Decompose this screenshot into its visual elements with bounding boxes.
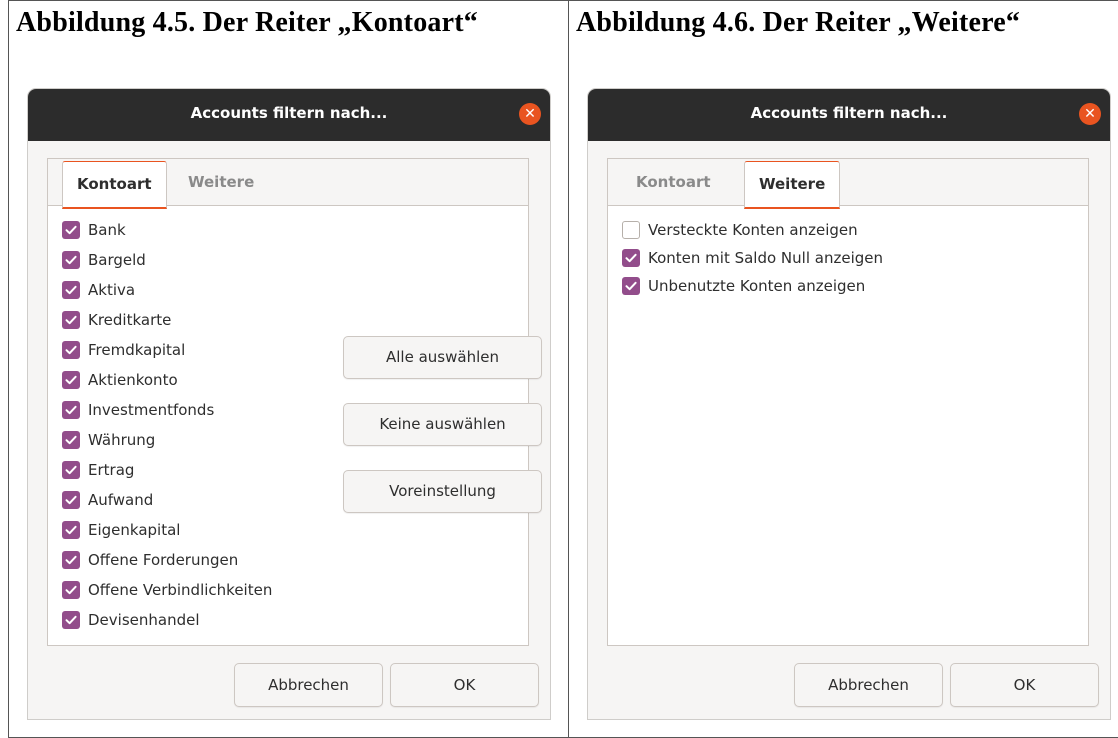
checkbox-label: Aktienkonto bbox=[88, 371, 178, 389]
close-icon[interactable]: ✕ bbox=[519, 103, 541, 125]
checkbox-row-investmentfonds[interactable]: Investmentfonds bbox=[62, 399, 214, 421]
checkbox-row-aufwand[interactable]: Aufwand bbox=[62, 489, 153, 511]
checkbox-row-fremdkapital[interactable]: Fremdkapital bbox=[62, 339, 185, 361]
checkbox-label: Aktiva bbox=[88, 281, 136, 299]
checkbox[interactable] bbox=[62, 401, 80, 419]
default-button[interactable]: Voreinstellung bbox=[343, 470, 542, 513]
select-all-button[interactable]: Alle auswählen bbox=[343, 336, 542, 379]
tab-kontoart[interactable]: Kontoart bbox=[622, 159, 725, 206]
checkbox-label: Unbenutzte Konten anzeigen bbox=[648, 277, 866, 295]
checkbox-row-offene-verbindlichkeiten[interactable]: Offene Verbindlichkeiten bbox=[62, 579, 272, 601]
checkbox[interactable] bbox=[622, 249, 640, 267]
cancel-button[interactable]: Abbrechen bbox=[794, 663, 943, 707]
checkmark-icon bbox=[625, 281, 637, 291]
checkmark-icon bbox=[65, 225, 77, 235]
dialog-title: Accounts filtern nach... bbox=[190, 104, 388, 122]
checkmark-icon bbox=[65, 465, 77, 475]
checkbox[interactable] bbox=[622, 221, 640, 239]
checkbox-row-hidden-accounts[interactable]: Versteckte Konten anzeigen bbox=[622, 219, 858, 241]
ok-button[interactable]: OK bbox=[950, 663, 1099, 707]
checkbox-row-bank[interactable]: Bank bbox=[62, 219, 126, 241]
checkbox-row-aktienkonto[interactable]: Aktienkonto bbox=[62, 369, 178, 391]
tab-notebook: Kontoart Weitere Bank Bargeld Aktiva Kre… bbox=[47, 158, 542, 646]
checkbox-row-aktiva[interactable]: Aktiva bbox=[62, 279, 135, 301]
checkbox-label: Eigenkapital bbox=[88, 521, 181, 539]
filter-dialog: Accounts filtern nach... ✕ Kontoart Weit… bbox=[28, 89, 550, 719]
figure-caption: Abbildung 4.5. Der Reiter „Kontoart“ bbox=[16, 7, 478, 38]
checkbox-label: Währung bbox=[88, 431, 156, 449]
checkbox[interactable] bbox=[62, 491, 80, 509]
checkmark-icon bbox=[65, 375, 77, 385]
checkbox[interactable] bbox=[62, 611, 80, 629]
checkbox[interactable] bbox=[62, 311, 80, 329]
checkbox[interactable] bbox=[62, 521, 80, 539]
close-icon[interactable]: ✕ bbox=[1079, 103, 1101, 125]
checkbox-label: Aufwand bbox=[88, 491, 154, 509]
figure-cell-kontoart: Abbildung 4.5. Der Reiter „Kontoart“ Acc… bbox=[8, 0, 569, 738]
checkmark-icon bbox=[65, 255, 77, 265]
checkbox-row-waehrung[interactable]: Währung bbox=[62, 429, 155, 451]
checkmark-icon bbox=[65, 285, 77, 295]
checkbox[interactable] bbox=[62, 341, 80, 359]
checkmark-icon bbox=[65, 435, 77, 445]
figure-cell-weitere: Abbildung 4.6. Der Reiter „Weitere“ Acco… bbox=[568, 0, 1118, 738]
checkbox-label: Ertrag bbox=[88, 461, 135, 479]
checkmark-icon bbox=[65, 585, 77, 595]
tab-weitere[interactable]: Weitere bbox=[744, 161, 841, 209]
checkbox-label: Versteckte Konten anzeigen bbox=[648, 221, 858, 239]
checkbox[interactable] bbox=[622, 277, 640, 295]
checkmark-icon bbox=[65, 495, 77, 505]
checkbox-row-ertrag[interactable]: Ertrag bbox=[62, 459, 134, 481]
checkbox[interactable] bbox=[62, 581, 80, 599]
select-none-button[interactable]: Keine auswählen bbox=[343, 403, 542, 446]
checkbox[interactable] bbox=[62, 251, 80, 269]
checkbox-label: Fremdkapital bbox=[88, 341, 186, 359]
tab-kontoart[interactable]: Kontoart bbox=[62, 161, 167, 209]
figure-caption: Abbildung 4.6. Der Reiter „Weitere“ bbox=[576, 7, 1021, 38]
checkbox-row-bargeld[interactable]: Bargeld bbox=[62, 249, 146, 271]
tab-strip: Kontoart Weitere bbox=[608, 159, 1088, 209]
tab-weitere[interactable]: Weitere bbox=[174, 159, 268, 206]
dialog-titlebar[interactable]: Accounts filtern nach... ✕ bbox=[28, 89, 550, 141]
checkbox-label: Bank bbox=[88, 221, 126, 239]
checkbox-label: Bargeld bbox=[88, 251, 146, 269]
checkbox-row-eigenkapital[interactable]: Eigenkapital bbox=[62, 519, 180, 541]
checkbox[interactable] bbox=[62, 221, 80, 239]
checkbox[interactable] bbox=[62, 281, 80, 299]
checkmark-icon bbox=[625, 253, 637, 263]
checkbox-row-zero-balance[interactable]: Konten mit Saldo Null anzeigen bbox=[622, 247, 883, 269]
filter-dialog: Accounts filtern nach... ✕ Kontoart Weit… bbox=[588, 89, 1110, 719]
cancel-button[interactable]: Abbrechen bbox=[234, 663, 383, 707]
checkbox-row-kreditkarte[interactable]: Kreditkarte bbox=[62, 309, 171, 331]
checkbox-label: Investmentfonds bbox=[88, 401, 215, 419]
checkbox-label: Devisenhandel bbox=[88, 611, 200, 629]
checkbox[interactable] bbox=[62, 431, 80, 449]
checkmark-icon bbox=[65, 525, 77, 535]
checkbox-label: Kreditkarte bbox=[88, 311, 172, 329]
tab-notebook: Kontoart Weitere Versteckte Konten anzei… bbox=[607, 158, 1089, 646]
checkmark-icon bbox=[65, 315, 77, 325]
checkbox[interactable] bbox=[62, 371, 80, 389]
checkbox-row-offene-forderungen[interactable]: Offene Forderungen bbox=[62, 549, 238, 571]
checkmark-icon bbox=[65, 615, 77, 625]
dialog-titlebar[interactable]: Accounts filtern nach... ✕ bbox=[588, 89, 1110, 141]
checkbox-row-unused-accounts[interactable]: Unbenutzte Konten anzeigen bbox=[622, 275, 865, 297]
checkbox[interactable] bbox=[62, 461, 80, 479]
checkmark-icon bbox=[65, 405, 77, 415]
checkmark-icon bbox=[65, 555, 77, 565]
dialog-title: Accounts filtern nach... bbox=[750, 104, 948, 122]
tab-strip: Kontoart Weitere bbox=[48, 159, 528, 209]
ok-button[interactable]: OK bbox=[390, 663, 539, 707]
checkbox[interactable] bbox=[62, 551, 80, 569]
checkbox-label: Konten mit Saldo Null anzeigen bbox=[648, 249, 883, 267]
checkbox-label: Offene Forderungen bbox=[88, 551, 239, 569]
checkmark-icon bbox=[65, 345, 77, 355]
checkbox-row-devisenhandel[interactable]: Devisenhandel bbox=[62, 609, 200, 631]
checkbox-label: Offene Verbindlichkeiten bbox=[88, 581, 273, 599]
